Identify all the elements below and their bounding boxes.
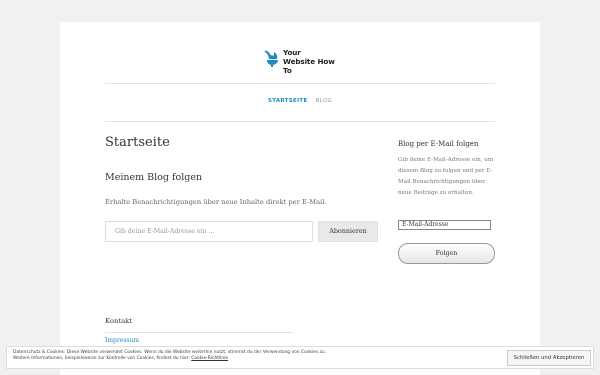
cookie-text: Datenschutz & Cookies: Diese Website ver… — [13, 350, 453, 363]
impressum-link[interactable]: Impressum — [105, 337, 139, 344]
follow-button[interactable]: Folgen — [398, 243, 495, 264]
cookie-text-line2-label: Weitere Informationen, beispielsweise zu… — [13, 356, 190, 362]
accept-cookies-button[interactable]: Schließen und Akzeptieren — [507, 350, 591, 366]
page-title: Startseite — [105, 135, 170, 150]
site-logo[interactable]: Your Website How To — [261, 48, 341, 75]
main-nav: STARTSEITE BLOG — [60, 98, 540, 104]
header-divider — [105, 83, 495, 84]
sidebar-description: Gib deine E-Mail-Adresse ein, um diesem … — [398, 157, 494, 196]
cookie-banner: Datenschutz & Cookies: Diese Website ver… — [6, 346, 594, 369]
nav-divider — [105, 121, 495, 122]
site-title-line1: Your — [283, 48, 301, 57]
footer-divider — [105, 332, 293, 333]
follow-description: Erhalte Benachrichtigungen über neue Inh… — [105, 198, 327, 206]
sidebar-title: Blog per E-Mail folgen — [398, 140, 479, 148]
cookie-policy-link[interactable]: Cookie-Richtlinie — [191, 356, 228, 361]
site-title-line2: Website How To — [283, 57, 335, 75]
nav-item-blog[interactable]: BLOG — [316, 98, 332, 104]
footer-widget-title: Kontakt — [105, 317, 132, 325]
email-input[interactable]: Gib deine E-Mail-Adresse ein ... — [105, 221, 313, 242]
site-title: Your Website How To — [283, 48, 343, 75]
sidebar-email-input[interactable]: E-Mail-Adresse — [398, 220, 491, 230]
swan-chair-icon — [264, 50, 278, 67]
subscribe-button[interactable]: Abonnieren — [318, 221, 378, 242]
page-container: Your Website How To STARTSEITE BLOG Star… — [60, 22, 540, 375]
nav-item-startseite[interactable]: STARTSEITE — [268, 98, 308, 104]
follow-section-title: Meinem Blog folgen — [105, 172, 203, 183]
cookie-text-line2: Weitere Informationen, beispielsweise zu… — [13, 356, 453, 362]
